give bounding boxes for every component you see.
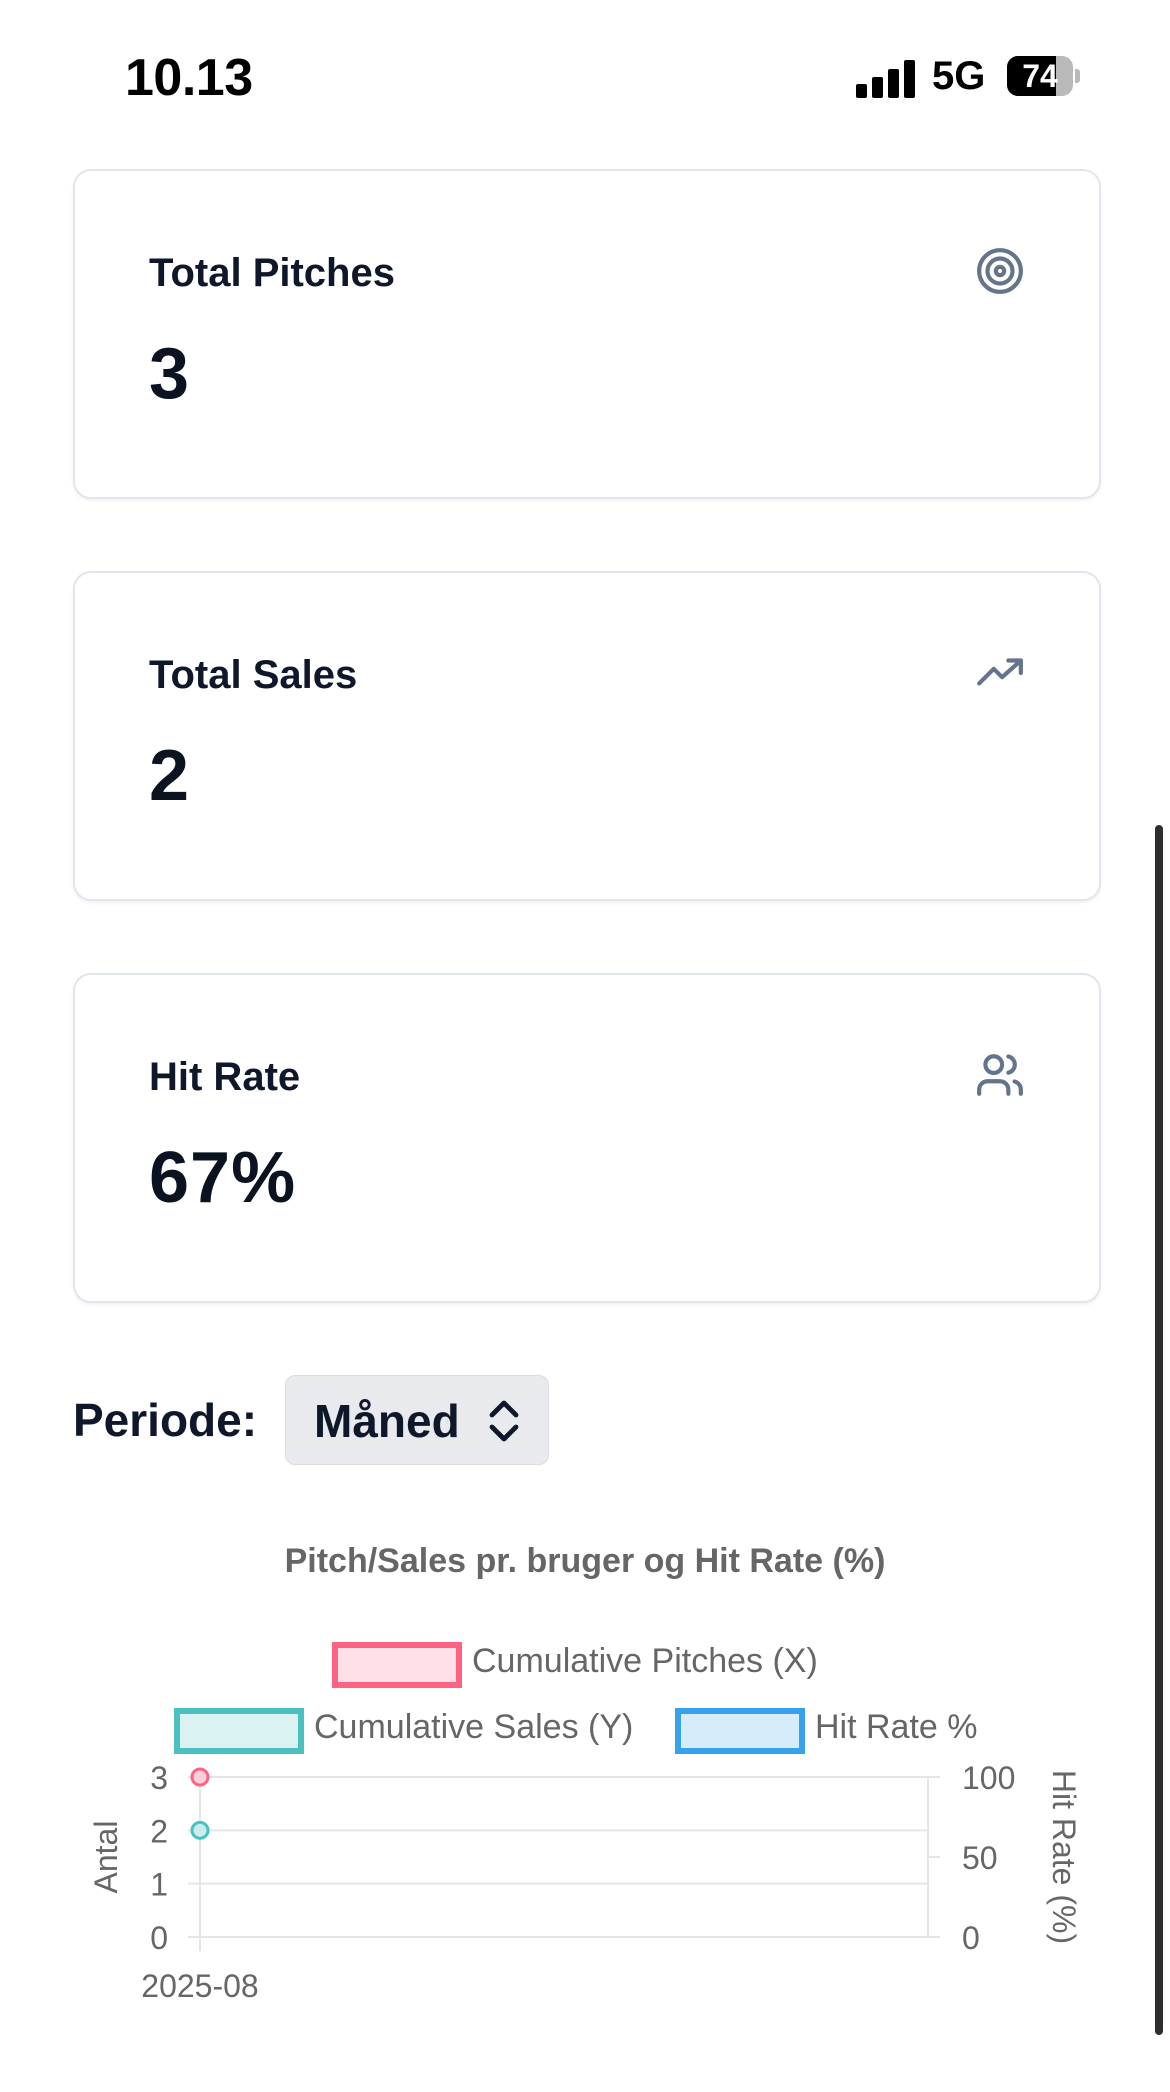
data-point <box>190 1820 210 1840</box>
y-left-tick-label: 3 <box>150 1760 168 1796</box>
total-pitches-card: Total Pitches 3 <box>73 169 1101 499</box>
chart-plot: 0 1 2 3 0 50 100 2025-08 Antal Hit Rate (%) <box>88 1760 1082 2004</box>
card-value: 67% <box>149 1138 297 1218</box>
y-right-tick-label: 0 <box>962 1920 980 1956</box>
trending-up-icon <box>977 658 1023 686</box>
y-right-axis-title: Hit Rate (%) <box>1046 1770 1082 1944</box>
period-label: Periode: <box>73 1394 258 1446</box>
period-select[interactable]: Måned <box>285 1375 549 1465</box>
y-left-tick-label: 0 <box>150 1920 168 1956</box>
status-bar: 10.13 5G 74 <box>0 0 1170 150</box>
y-right-tick-label: 100 <box>962 1760 1015 1796</box>
x-tick-label: 2025-08 <box>141 1968 258 2004</box>
users-icon <box>977 1054 1023 1096</box>
scrollbar[interactable] <box>1155 825 1163 2035</box>
card-label: Hit Rate <box>149 1055 301 1099</box>
card-label: Total Sales <box>149 653 358 697</box>
hit-rate-card: Hit Rate 67% <box>73 973 1101 1303</box>
status-time: 10.13 <box>125 49 253 107</box>
battery-icon: 74 <box>1007 56 1080 96</box>
chevron-up-down-icon <box>489 1400 519 1442</box>
cellular-signal-icon <box>856 58 916 98</box>
period-select-value: Måned <box>314 1395 460 1447</box>
card-value: 3 <box>149 334 191 414</box>
data-point <box>190 1767 210 1787</box>
y-right-tick-label: 50 <box>962 1840 998 1876</box>
total-sales-card: Total Sales 2 <box>73 571 1101 901</box>
y-left-axis-title: Antal <box>88 1821 124 1894</box>
card-label: Total Pitches <box>149 251 395 295</box>
network-type: 5G <box>932 54 986 98</box>
pitch-sales-chart: Pitch/Sales pr. bruger og Hit Rate (%) C… <box>0 1520 1170 2020</box>
y-left-tick-label: 1 <box>150 1867 168 1903</box>
card-value: 2 <box>149 736 191 816</box>
target-icon <box>977 248 1023 294</box>
y-left-tick-label: 2 <box>150 1813 168 1849</box>
battery-percent: 74 <box>1022 58 1058 94</box>
